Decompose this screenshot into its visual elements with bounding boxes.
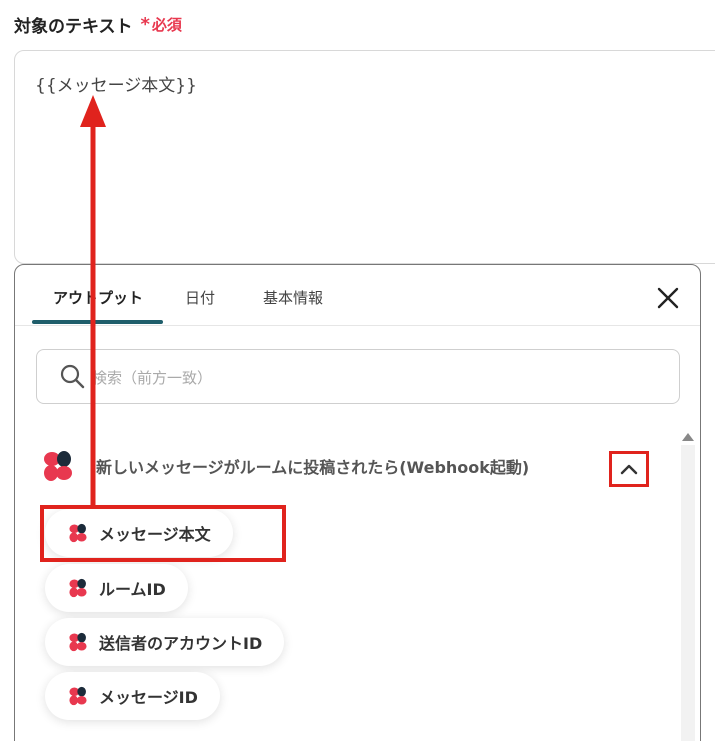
- chevron-up-icon: [620, 460, 638, 479]
- required-star: *: [140, 14, 150, 35]
- target-text-value: {{メッセージ本文}}: [35, 76, 197, 96]
- output-item-label: メッセージ本文: [99, 525, 211, 544]
- tab-basic-info[interactable]: 基本情報: [263, 287, 323, 308]
- output-item-label: メッセージID: [99, 688, 198, 707]
- output-item-message-id[interactable]: メッセージID: [45, 672, 220, 720]
- panel-tabs: アウトプット 日付 基本情報: [15, 265, 700, 326]
- required-text: 必須: [151, 16, 182, 34]
- scroll-up-arrow-icon[interactable]: [682, 433, 694, 441]
- tab-output[interactable]: アウトプット: [53, 287, 143, 308]
- active-tab-indicator: [32, 320, 163, 324]
- field-label-text: 対象のテキスト: [14, 17, 133, 37]
- chatwork-logo-icon: [67, 522, 89, 544]
- close-icon[interactable]: [652, 282, 684, 314]
- search-icon: [59, 363, 85, 389]
- output-panel: アウトプット 日付 基本情報 検索（前方一致） 新しいメッセージがルームに投稿さ…: [14, 264, 701, 741]
- output-item-sender-account-id[interactable]: 送信者のアカウントID: [45, 618, 285, 666]
- trigger-group-title: 新しいメッセージがルームに投稿されたら(Webhook起動): [96, 458, 530, 477]
- collapse-button[interactable]: [609, 451, 649, 487]
- scrollbar-track[interactable]: [681, 445, 695, 741]
- target-text-input[interactable]: {{メッセージ本文}}: [14, 50, 715, 264]
- search-placeholder: 検索（前方一致）: [92, 369, 213, 387]
- chatwork-logo-icon: [67, 577, 89, 599]
- chatwork-logo-icon: [67, 685, 89, 707]
- tab-date[interactable]: 日付: [185, 287, 215, 308]
- chatwork-logo-icon: [67, 631, 89, 653]
- output-item-label: 送信者のアカウントID: [99, 634, 263, 653]
- output-item-message-body[interactable]: メッセージ本文: [45, 509, 233, 557]
- search-input[interactable]: 検索（前方一致）: [36, 349, 680, 404]
- chatwork-logo-icon: [40, 448, 76, 484]
- output-item-label: ルームID: [99, 580, 166, 599]
- output-item-room-id[interactable]: ルームID: [45, 564, 188, 612]
- trigger-group-header: 新しいメッセージがルームに投稿されたら(Webhook起動): [40, 448, 529, 484]
- field-label: 対象のテキスト * 必須: [14, 12, 182, 37]
